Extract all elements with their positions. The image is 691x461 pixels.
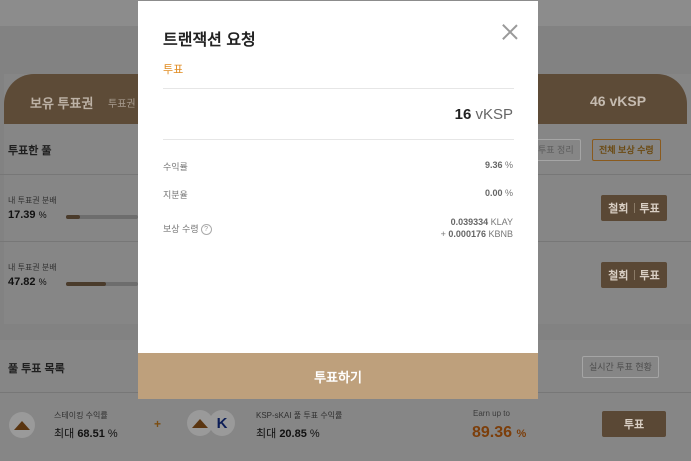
- claim-all-rewards-button[interactable]: 전체 보상 수령: [592, 139, 661, 161]
- allocation-unit: %: [38, 277, 47, 287]
- voting-power-subtitle: 투표권: [108, 99, 136, 110]
- reward-values: 0.039334 KLAY + 0.000176 KBNB: [441, 216, 513, 240]
- transaction-request-modal: 트랜잭션 요청 투표 16 vKSP 수익률 9.36 % 지분율 0.00 %…: [138, 1, 538, 399]
- earn-up-to-value: 89.36 %: [472, 424, 526, 442]
- allocation-value: 17.39 %: [8, 209, 47, 221]
- allocation-label: 내 투표권 분배: [8, 263, 57, 272]
- pool-vote-apr-label: KSP-sKAI 풀 투표 수익률: [256, 411, 343, 420]
- pool-vote-list-title: 풀 투표 목록: [8, 363, 65, 375]
- reward-klay-value: 0.039334: [450, 217, 489, 227]
- allocation-bar-fill: [66, 282, 106, 286]
- pool-apr-number: 20.85: [279, 428, 307, 440]
- reset-votes-button[interactable]: 투표 정리: [531, 139, 581, 161]
- apr-value: 9.36 %: [485, 160, 513, 170]
- share-unit: %: [504, 188, 513, 198]
- pill-divider: [633, 203, 635, 213]
- ksp-logo-triangle: [14, 421, 30, 430]
- allocation-unit: %: [38, 210, 47, 220]
- submit-vote-button[interactable]: 투표하기: [138, 353, 538, 399]
- pool-apr-unit: %: [309, 428, 320, 440]
- help-icon[interactable]: ?: [200, 224, 212, 236]
- apr-label: 수익률: [163, 162, 188, 172]
- staking-apr-prefix: 최대: [54, 428, 75, 440]
- allocation-bar-fill: [66, 215, 81, 219]
- allocation-value: 47.82 %: [8, 276, 47, 288]
- staking-apr-label: 스테이킹 수익률: [54, 411, 108, 420]
- staking-apr-number: 68.51: [77, 428, 105, 440]
- reward-label-text: 보상 수령: [163, 224, 199, 234]
- reward-klay: 0.039334 KLAY: [441, 216, 513, 228]
- ksp-token-icon: [9, 412, 35, 438]
- reward-kbnb-value: 0.000176: [448, 229, 486, 239]
- allocation-number: 17.39: [8, 209, 36, 221]
- modal-title: 트랜잭션 요청: [163, 32, 256, 49]
- reward-kbnb: + 0.000176 KBNB: [441, 228, 513, 240]
- staking-apr-unit: %: [107, 428, 118, 440]
- voting-power-title: 보유 투표권: [30, 96, 94, 111]
- vote-button[interactable]: 투표: [640, 267, 660, 283]
- withdraw-vote-pill[interactable]: 철회 투표: [601, 262, 667, 288]
- allocation-number: 47.82: [8, 276, 36, 288]
- vote-amount-unit: vKSP: [475, 106, 513, 123]
- vote-button[interactable]: 투표: [640, 200, 660, 216]
- plus-icon: +: [154, 417, 162, 431]
- reward-klay-unit: KLAY: [490, 217, 513, 227]
- withdraw-button[interactable]: 철회: [608, 267, 628, 283]
- realtime-vote-status-button[interactable]: 실시간 투표 현황: [582, 356, 659, 378]
- share-value: 0.00 %: [485, 188, 513, 198]
- share-number: 0.00: [484, 188, 503, 198]
- allocation-label: 내 투표권 분배: [8, 196, 57, 205]
- share-label: 지분율: [163, 190, 188, 200]
- staking-apr-value: 최대 68.51 %: [54, 425, 118, 441]
- divider: [163, 88, 514, 89]
- vote-amount: 16 vKSP: [455, 106, 513, 123]
- modal-subtitle: 투표: [163, 64, 184, 76]
- withdraw-button[interactable]: 철회: [608, 200, 628, 216]
- divider: [163, 139, 514, 140]
- skai-token-icon: K: [209, 410, 235, 436]
- apr-unit: %: [504, 160, 513, 170]
- allocation-bar: [66, 215, 138, 219]
- reward-label: 보상 수령?: [163, 222, 212, 236]
- pool-vote-apr-value: 최대 20.85 %: [256, 425, 320, 441]
- withdraw-vote-pill[interactable]: 철회 투표: [601, 195, 667, 221]
- apr-number: 9.36: [484, 160, 503, 170]
- earn-up-to-label: Earn up to: [473, 409, 510, 418]
- vote-amount-value: 16: [454, 106, 472, 123]
- allocation-bar: [66, 282, 138, 286]
- pool-vote-button[interactable]: 투표: [602, 411, 666, 437]
- ksp-logo-triangle: [192, 419, 208, 428]
- close-icon[interactable]: [501, 23, 519, 41]
- reward-kbnb-unit: KBNB: [488, 229, 513, 239]
- pill-divider: [633, 270, 635, 280]
- voting-power-total: 46 vKSP: [590, 93, 647, 109]
- earn-unit: %: [516, 428, 527, 440]
- earn-number: 89.36: [472, 424, 513, 441]
- voted-pools-title: 투표한 풀: [8, 145, 52, 157]
- pool-apr-prefix: 최대: [256, 428, 277, 440]
